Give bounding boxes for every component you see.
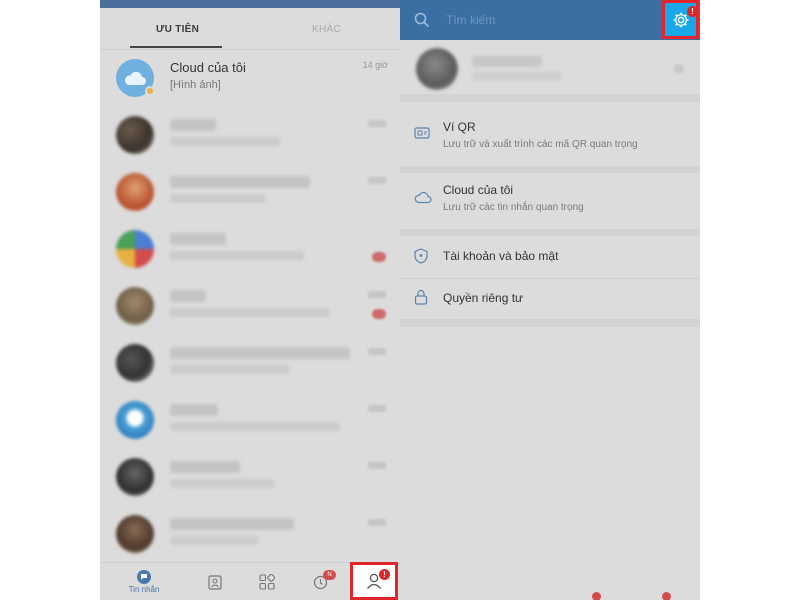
chat-name: Cloud của tôi	[170, 60, 246, 75]
chat-preview-blurred	[170, 422, 340, 431]
cloud-icon	[124, 71, 146, 85]
settings-button[interactable]: !	[662, 0, 699, 39]
chat-time-blurred	[368, 177, 386, 184]
profile-screen: Tìm kiếm ! Ví QR Lưu trữ và xuất trình c…	[400, 0, 700, 600]
chat-name-blurred	[170, 404, 218, 416]
avatar	[116, 344, 154, 382]
profile-switch-icon	[674, 64, 684, 74]
section-divider	[400, 229, 700, 236]
chat-preview: [Hình ảnh]	[170, 79, 221, 91]
avatar	[116, 458, 154, 496]
menu-item-my-cloud[interactable]: Cloud của tôi Lưu trữ các tin nhắn quan …	[400, 173, 700, 229]
cloud-icon	[414, 191, 432, 204]
active-tab-indicator	[130, 46, 222, 48]
nav-discover[interactable]	[255, 563, 279, 600]
chat-name-blurred	[170, 176, 310, 188]
settings-alert-badge: !	[687, 6, 698, 17]
chat-time-blurred	[368, 120, 386, 127]
chat-name-blurred	[170, 119, 216, 131]
chat-name-blurred	[170, 461, 240, 473]
menu-title: Quyền riêng tư	[443, 291, 524, 305]
chat-preview-blurred	[170, 194, 266, 203]
menu-subtitle: Lưu trữ và xuất trình các mã QR quan trọ…	[443, 139, 638, 150]
chat-row-blurred[interactable]	[100, 507, 400, 564]
profile-card[interactable]	[400, 40, 700, 102]
contacts-icon	[208, 574, 222, 590]
notification-dot	[592, 592, 601, 600]
chat-row-blurred[interactable]	[100, 393, 400, 450]
messages-screen: ƯU TIÊN KHÁC Cloud của tôi [Hình ảnh] 14…	[100, 0, 400, 600]
chat-row-blurred[interactable]	[100, 336, 400, 393]
search-input[interactable]: Tìm kiếm	[446, 13, 495, 27]
profile-subtitle-blurred	[472, 72, 562, 80]
chat-list: Cloud của tôi [Hình ảnh] 14 giờ	[100, 51, 400, 564]
tab-priority[interactable]: ƯU TIÊN	[156, 24, 199, 35]
chat-time-blurred	[368, 519, 386, 526]
chat-tabs: ƯU TIÊN KHÁC	[100, 8, 400, 50]
search-icon[interactable]	[414, 12, 430, 28]
chat-row-blurred[interactable]	[100, 165, 400, 222]
chat-row-blurred[interactable]	[100, 279, 400, 336]
nav-timeline[interactable]: N	[308, 563, 336, 600]
nav-messages[interactable]: Tin nhắn	[122, 563, 166, 600]
chat-preview-blurred	[170, 479, 274, 488]
chat-preview-blurred	[170, 365, 290, 374]
timeline-badge: N	[323, 570, 336, 580]
nav-contacts[interactable]	[203, 563, 227, 600]
chat-time-blurred	[368, 348, 386, 355]
notification-dot	[662, 592, 671, 600]
avatar	[116, 230, 154, 268]
bottom-navigation	[400, 590, 700, 600]
chat-time-blurred	[368, 462, 386, 469]
top-bar	[100, 0, 400, 8]
nav-messages-label: Tin nhắn	[128, 585, 160, 594]
shield-icon	[414, 248, 428, 264]
menu-item-qr-wallet[interactable]: Ví QR Lưu trữ và xuất trình các mã QR qu…	[400, 110, 700, 166]
section-divider	[400, 319, 700, 327]
chat-name-blurred	[170, 290, 206, 302]
chat-row-blurred[interactable]	[100, 108, 400, 165]
chat-row-blurred[interactable]	[100, 222, 400, 279]
chat-name-blurred	[170, 347, 350, 359]
chat-preview-blurred	[170, 137, 280, 146]
unread-badge	[372, 309, 386, 319]
chat-time-blurred	[368, 291, 386, 298]
profile-name-blurred	[472, 56, 542, 67]
cloud-status-dot	[145, 86, 155, 96]
chat-time: 14 giờ	[362, 60, 388, 70]
section-divider	[400, 166, 700, 173]
chat-preview-blurred	[170, 251, 304, 260]
chat-bubble-icon	[137, 570, 151, 584]
menu-item-privacy[interactable]: Quyền riêng tư	[400, 279, 700, 319]
chat-preview-blurred	[170, 536, 258, 545]
tutorial-screenshot: ƯU TIÊN KHÁC Cloud của tôi [Hình ảnh] 14…	[0, 0, 800, 600]
menu-subtitle: Lưu trữ các tin nhắn quan trọng	[443, 202, 584, 213]
menu-title: Ví QR	[443, 120, 476, 134]
menu-title: Cloud của tôi	[443, 183, 514, 197]
menu-item-account-security[interactable]: Tài khoản và bảo mật	[400, 236, 700, 278]
chat-name-blurred	[170, 518, 294, 530]
chat-name-blurred	[170, 233, 226, 245]
chat-time-blurred	[368, 405, 386, 412]
alert-badge: !	[379, 569, 390, 580]
search-header: Tìm kiếm	[400, 0, 700, 40]
nav-profile[interactable]: !	[350, 562, 398, 600]
qr-wallet-icon	[414, 127, 430, 139]
avatar	[116, 287, 154, 325]
avatar	[116, 173, 154, 211]
avatar	[416, 48, 458, 90]
tab-other[interactable]: KHÁC	[312, 24, 341, 35]
menu-title: Tài khoản và bảo mật	[443, 249, 559, 263]
chat-preview-blurred	[170, 308, 330, 317]
avatar	[116, 401, 154, 439]
grid-icon	[259, 574, 275, 590]
avatar	[116, 116, 154, 154]
avatar	[116, 515, 154, 553]
unread-badge	[372, 252, 386, 262]
lock-icon	[414, 289, 428, 305]
chat-row-blurred[interactable]	[100, 450, 400, 507]
chat-row-cloud[interactable]: Cloud của tôi [Hình ảnh] 14 giờ	[100, 51, 400, 108]
